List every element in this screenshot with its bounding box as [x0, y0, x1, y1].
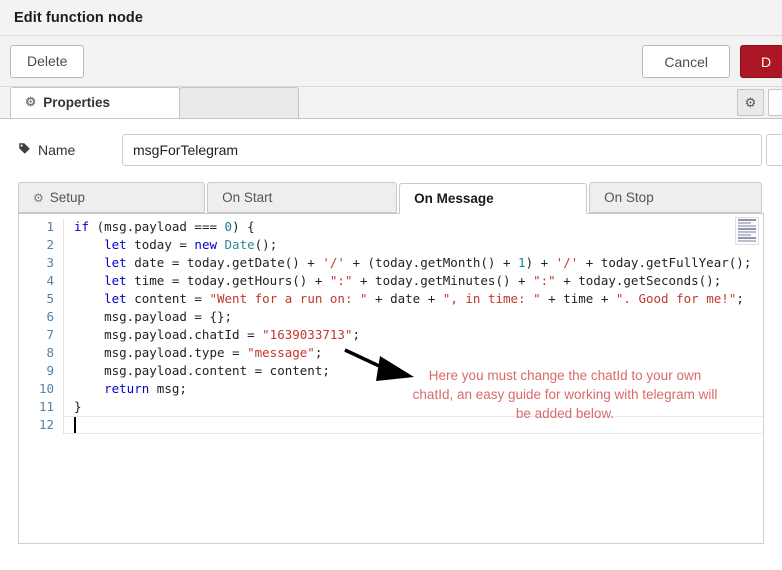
tab-on-stop-label: On Stop [604, 190, 654, 205]
delete-button[interactable]: Delete [10, 45, 84, 78]
tab-on-stop[interactable]: On Stop [589, 182, 762, 213]
tab-overflow-partial[interactable] [768, 89, 782, 116]
code-editor[interactable]: 123456789101112 if (msg.payload === 0) {… [18, 214, 764, 544]
line-number: 8 [19, 344, 54, 362]
gear-icon: ⚙ [33, 191, 44, 205]
tab-on-start-label: On Start [222, 190, 272, 205]
code-line: let today = new Date(); [74, 236, 763, 254]
tab-on-message-label: On Message [414, 191, 494, 206]
tab-properties-label: Properties [43, 95, 110, 110]
dialog-toolbar: Delete Cancel D [0, 36, 782, 87]
line-number: 7 [19, 326, 54, 344]
tab-secondary[interactable] [179, 87, 299, 118]
code-line: msg.payload.type = "message"; [74, 344, 763, 362]
code-line: msg.payload.chatId = "1639033713"; [74, 326, 763, 344]
tab-on-message[interactable]: On Message [399, 183, 587, 214]
line-number: 3 [19, 254, 54, 272]
text-cursor [74, 417, 76, 433]
toolbar-actions: Cancel D [642, 36, 782, 87]
code-line: msg.payload.content = content; [74, 362, 763, 380]
code-line: let content = "Went for a run on: " + da… [74, 290, 763, 308]
cancel-button[interactable]: Cancel [642, 45, 730, 78]
tab-setup-label: Setup [50, 190, 85, 205]
editor-code-area[interactable]: if (msg.payload === 0) { let today = new… [63, 218, 763, 434]
tab-setup[interactable]: ⚙ Setup [18, 182, 205, 213]
name-label: Name [18, 142, 122, 158]
tab-properties[interactable]: ⚙ Properties [10, 87, 180, 118]
code-line: let time = today.getHours() + ":" + toda… [74, 272, 763, 290]
line-number: 1 [19, 218, 54, 236]
settings-gear-button[interactable]: ⚙ [737, 89, 764, 116]
line-number: 6 [19, 308, 54, 326]
name-input[interactable] [122, 134, 762, 166]
dialog-header: Edit function node [0, 0, 782, 36]
code-line [74, 416, 763, 434]
editor-line-numbers: 123456789101112 [19, 218, 63, 434]
dialog-tab-strip: ⚙ Properties ⚙ [0, 87, 782, 119]
code-line: } [74, 398, 763, 416]
editor-minimap[interactable] [735, 217, 759, 245]
name-row-side-control[interactable] [766, 134, 782, 166]
line-number: 10 [19, 380, 54, 398]
line-number: 2 [19, 236, 54, 254]
function-tab-strip: ⚙ Setup On Start On Message On Stop [18, 181, 764, 214]
done-button[interactable]: D [740, 45, 782, 78]
line-number: 5 [19, 290, 54, 308]
code-editor-body: 123456789101112 if (msg.payload === 0) {… [19, 214, 763, 434]
name-label-text: Name [38, 142, 75, 158]
code-line: return msg; [74, 380, 763, 398]
line-number: 12 [19, 416, 54, 434]
code-line: let date = today.getDate() + '/' + (toda… [74, 254, 763, 272]
line-number: 9 [19, 362, 54, 380]
code-line: if (msg.payload === 0) { [74, 218, 763, 236]
gear-icon: ⚙ [25, 96, 36, 109]
tab-strip-actions: ⚙ [737, 89, 782, 118]
page-title: Edit function node [14, 10, 143, 26]
name-row: Name [0, 119, 782, 181]
tab-on-start[interactable]: On Start [207, 182, 397, 213]
code-line: msg.payload = {}; [74, 308, 763, 326]
line-number: 4 [19, 272, 54, 290]
line-number: 11 [19, 398, 54, 416]
tag-icon [18, 142, 31, 158]
